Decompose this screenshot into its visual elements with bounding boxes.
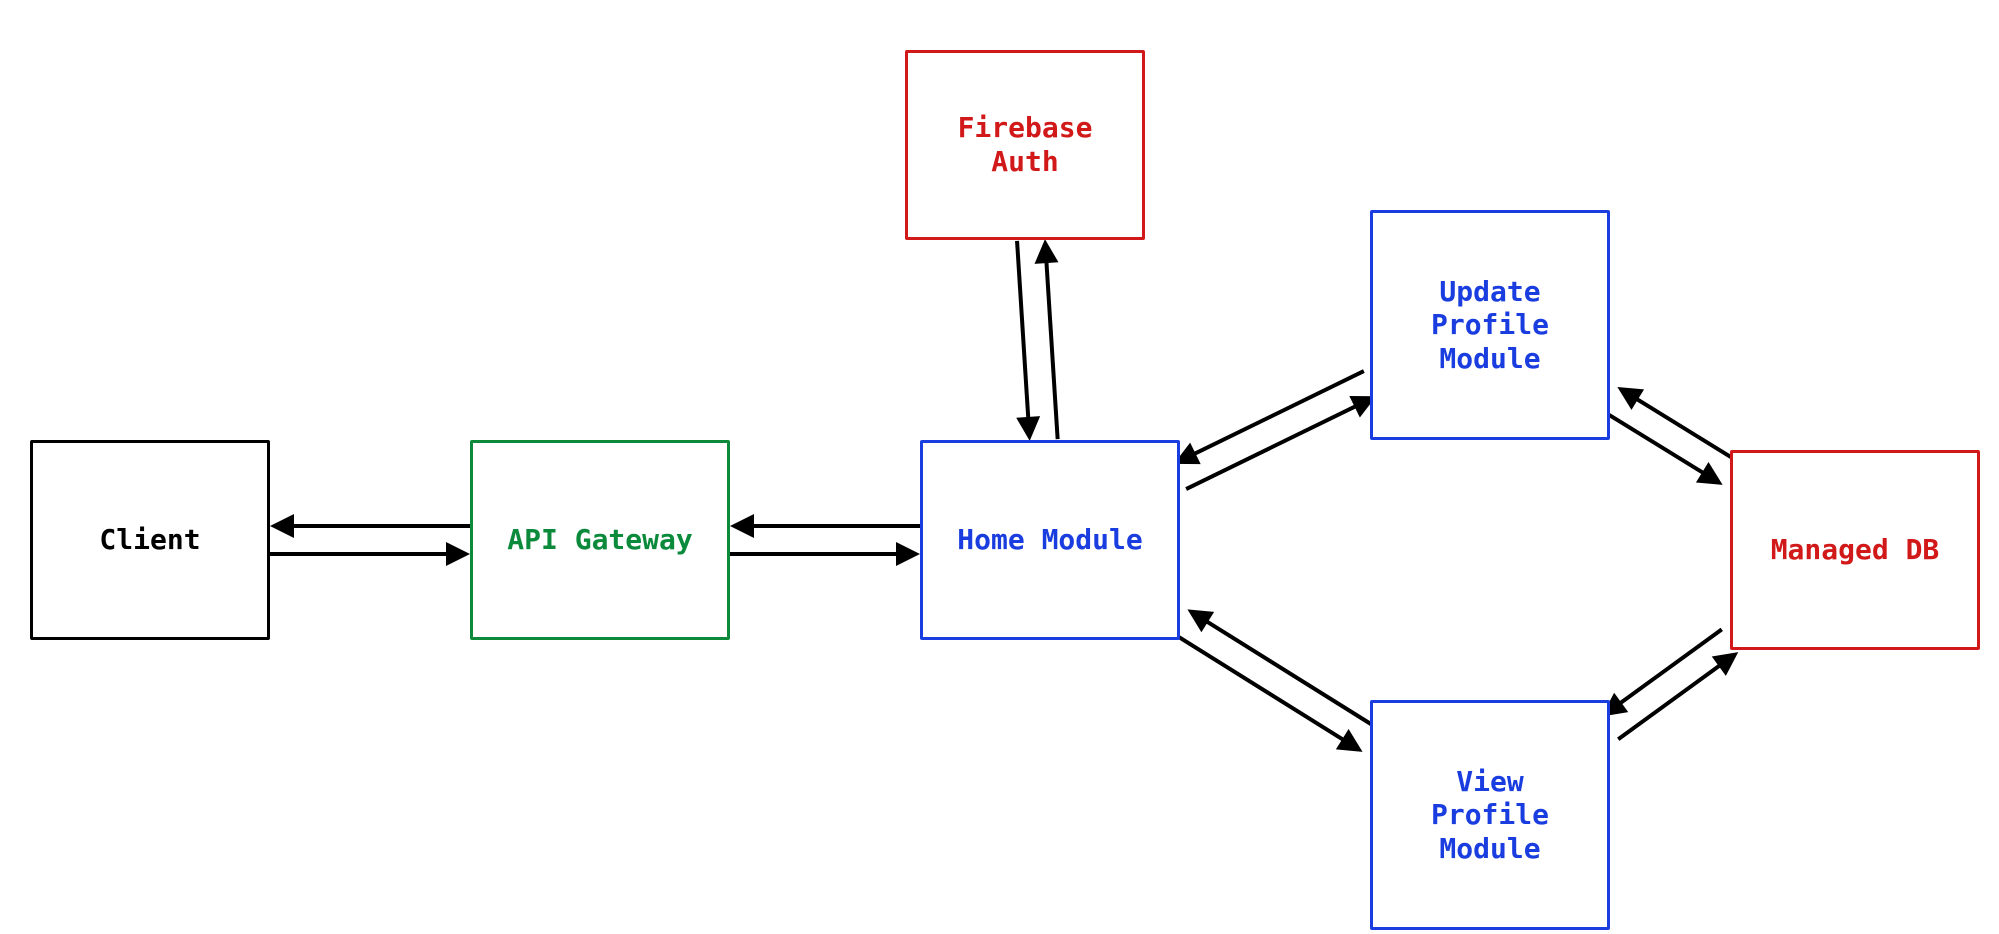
node-firebase_auth: Firebase Auth — [905, 50, 1145, 240]
edge-home_module-update_profile-back-shaft — [1187, 371, 1364, 458]
node-client: Client — [30, 440, 270, 640]
edge-home_module-firebase_auth-fwd-shaft — [1046, 253, 1058, 439]
edge-api_gateway-home_module-fwd-head — [896, 542, 920, 566]
node-client-label: Client — [99, 523, 200, 557]
node-managed_db: Managed DB — [1730, 450, 1980, 650]
edge-home_module-firebase_auth-fwd-head — [1035, 239, 1059, 264]
edge-home_module-view_profile-fwd-head — [1336, 729, 1363, 752]
edge-home_module-view_profile-back-head — [1187, 609, 1214, 632]
node-view_profile: View Profile Module — [1370, 700, 1610, 930]
edge-update_profile-managed_db-back-head — [1617, 387, 1644, 410]
edge-home_module-update_profile-fwd-shaft — [1186, 403, 1363, 490]
node-api_gateway: API Gateway — [470, 440, 730, 640]
edge-view_profile-managed_db-fwd-head — [1712, 652, 1738, 676]
edge-client-api_gateway-back-head — [270, 514, 294, 538]
node-update_profile-label: Update Profile Module — [1431, 275, 1549, 376]
edge-update_profile-managed_db-fwd-head — [1696, 462, 1723, 485]
edge-view_profile-managed_db-back-shaft — [1613, 629, 1721, 708]
node-managed_db-label: Managed DB — [1771, 533, 1940, 567]
node-home_module: Home Module — [920, 440, 1180, 640]
node-firebase_auth-label: Firebase Auth — [958, 111, 1093, 178]
edge-update_profile-managed_db-fwd-shaft — [1603, 411, 1711, 477]
edge-view_profile-managed_db-fwd-shaft — [1618, 661, 1726, 740]
edge-home_module-view_profile-back-shaft — [1200, 617, 1378, 728]
edge-home_module-view_profile-fwd-shaft — [1173, 633, 1351, 744]
node-api_gateway-label: API Gateway — [507, 523, 692, 557]
edge-client-api_gateway-fwd-head — [446, 542, 470, 566]
node-view_profile-label: View Profile Module — [1431, 765, 1549, 866]
edge-api_gateway-home_module-back-head — [730, 514, 754, 538]
edge-home_module-firebase_auth-back-head — [1016, 416, 1040, 441]
node-home_module-label: Home Module — [957, 523, 1142, 557]
edge-update_profile-managed_db-back-shaft — [1630, 395, 1738, 461]
node-update_profile: Update Profile Module — [1370, 210, 1610, 440]
edge-home_module-firebase_auth-back-shaft — [1017, 241, 1029, 427]
